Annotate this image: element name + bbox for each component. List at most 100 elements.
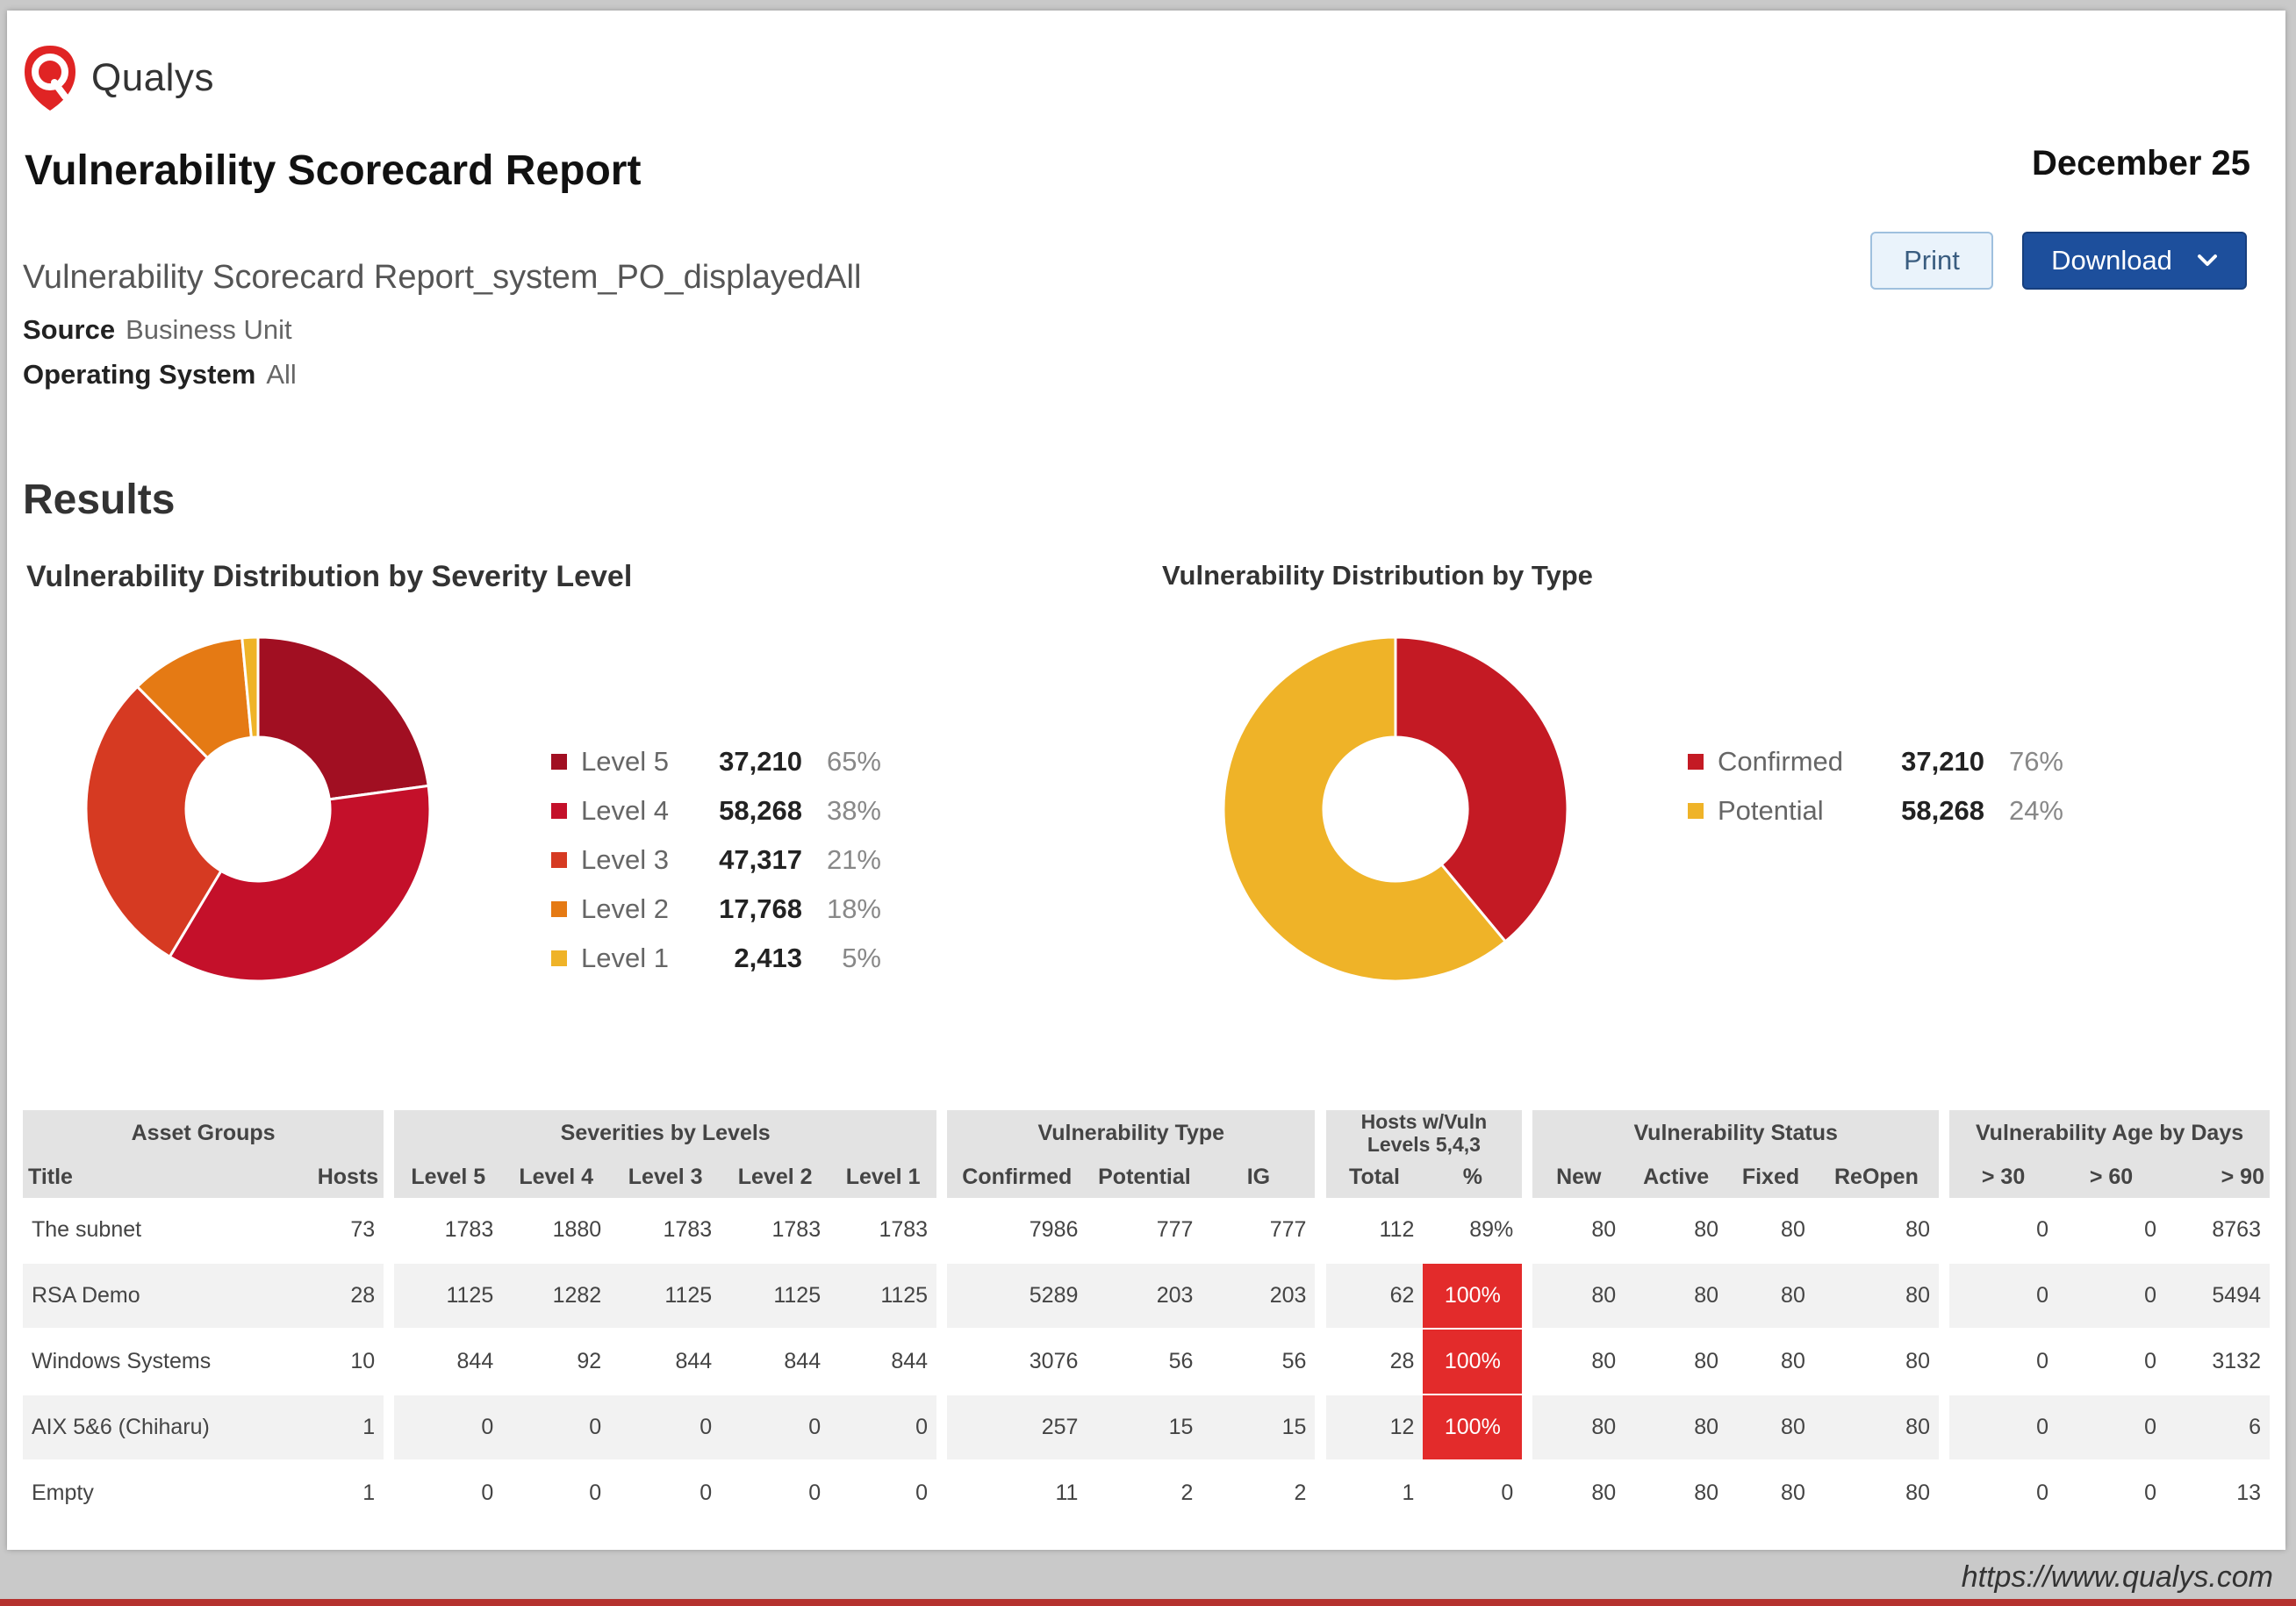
table-cell: 0	[721, 1395, 830, 1461]
table-row[interactable]: AIX 5&6 (Chiharu) 1 0 0 0 0 0 257 15 15 12 100% 80 80…	[23, 1395, 2270, 1461]
legend-percent: 24%	[2008, 795, 2063, 826]
table-cell: 15	[1087, 1395, 1202, 1461]
table-cell: 844	[829, 1330, 937, 1395]
table-cell: 1783	[829, 1198, 937, 1264]
column-gap	[936, 1264, 948, 1330]
group-header-hosts-with-vuln: Hosts w/Vuln Levels 5,4,3	[1325, 1110, 1523, 1156]
column-gap	[1315, 1395, 1326, 1461]
table-cell: 100%	[1423, 1264, 1523, 1330]
table-cell: 80	[1532, 1461, 1625, 1527]
table-cell: 100%	[1423, 1330, 1523, 1395]
table-cell: 844	[610, 1330, 721, 1395]
table-cell: 73	[279, 1198, 384, 1264]
table-cell: 80	[1813, 1264, 1939, 1330]
legend-count: 58,268	[1901, 795, 1984, 826]
legend-label: Level 3	[581, 844, 669, 875]
table-cell: 1	[279, 1395, 384, 1461]
table-cell: 0	[2057, 1330, 2165, 1395]
print-button-label: Print	[1904, 245, 1960, 276]
table-cell: 0	[2057, 1395, 2165, 1461]
type-donut-chart	[1222, 635, 1569, 983]
table-cell: 8763	[2164, 1198, 2270, 1264]
report-date: December 25	[2031, 144, 2250, 183]
legend-count: 58,268	[719, 795, 802, 826]
table-cell: 3132	[2164, 1330, 2270, 1395]
table-cell: 1	[279, 1461, 384, 1527]
table-cell: 844	[394, 1330, 503, 1395]
table-cell: 28	[1325, 1330, 1424, 1395]
table-cell: 80	[1532, 1264, 1625, 1330]
column-header-confirmed: Confirmed	[947, 1156, 1087, 1198]
table-cell: 1125	[610, 1264, 721, 1330]
table-cell: 10	[279, 1330, 384, 1395]
table-cell: 80	[1727, 1198, 1814, 1264]
legend-count: 47,317	[719, 844, 802, 875]
column-gap	[1315, 1198, 1326, 1264]
table-cell: 80	[1727, 1264, 1814, 1330]
column-header-60: > 60	[2057, 1156, 2165, 1198]
column-gap	[1522, 1395, 1533, 1461]
table-cell: 777	[1087, 1198, 1202, 1264]
table-cell: 100%	[1423, 1395, 1523, 1461]
legend-count: 2,413	[734, 943, 802, 973]
download-button-label: Download	[2051, 245, 2172, 276]
table-row[interactable]: Empty 1 0 0 0 0 0 11 2 2 1 0 80 80 80 80 0 0 13	[23, 1461, 2270, 1527]
chevron-down-icon	[2197, 255, 2217, 266]
column-header-title: Title	[23, 1156, 280, 1198]
table-cell: AIX 5&6 (Chiharu)	[23, 1395, 280, 1461]
qualys-logo: Qualys	[21, 44, 214, 112]
source-value: Business Unit	[126, 314, 292, 345]
column-gap	[1315, 1264, 1326, 1330]
column-gap	[1522, 1198, 1533, 1264]
column-gap	[384, 1110, 395, 1198]
column-header-level-1: Level 1	[829, 1156, 937, 1198]
table-cell: 11	[947, 1461, 1087, 1527]
legend-label: Potential	[1718, 795, 1824, 826]
legend-percent: 38%	[826, 795, 881, 826]
column-gap	[384, 1330, 395, 1395]
table-cell: 92	[502, 1330, 611, 1395]
report-page: Qualys Vulnerability Scorecard Report De…	[7, 11, 2285, 1550]
table-cell: 1783	[394, 1198, 503, 1264]
table-cell: 0	[2057, 1198, 2165, 1264]
table-cell: 0	[394, 1395, 503, 1461]
operating-system-value: All	[266, 359, 297, 390]
table-cell: 0	[2057, 1264, 2165, 1330]
column-gap	[384, 1198, 395, 1264]
legend-count: 17,768	[719, 893, 802, 924]
column-header-total: Total	[1325, 1156, 1424, 1198]
table-cell: 28	[279, 1264, 384, 1330]
print-button[interactable]: Print	[1870, 232, 1993, 290]
legend-count: 37,210	[719, 746, 802, 777]
legend-swatch	[551, 754, 567, 770]
group-header-vulnerability-age: Vulnerability Age by Days	[1949, 1110, 2270, 1156]
column-gap	[384, 1461, 395, 1527]
column-header-active: Active	[1625, 1156, 1728, 1198]
table-cell: 12	[1325, 1395, 1424, 1461]
column-header-potential: Potential	[1087, 1156, 1202, 1198]
column-header-level-2: Level 2	[721, 1156, 830, 1198]
legend-label: Level 4	[581, 795, 669, 826]
table-row[interactable]: The subnet 73 1783 1880 1783 1783 1783 7986 777 7…	[23, 1198, 2270, 1264]
table-row[interactable]: Windows Systems 10 844 92 844 844 844 3076 56 56 2…	[23, 1330, 2270, 1395]
download-button[interactable]: Download	[2022, 232, 2247, 290]
qualys-shield-icon	[25, 46, 75, 111]
group-header-asset-groups: Asset Groups	[23, 1110, 384, 1156]
table-cell: 7986	[947, 1198, 1087, 1264]
column-gap	[1938, 1264, 1950, 1330]
column-gap	[1938, 1330, 1950, 1395]
table-cell: 203	[1087, 1264, 1202, 1330]
table-cell: 6	[2164, 1395, 2270, 1461]
table-cell: 203	[1202, 1264, 1316, 1330]
legend-swatch	[551, 852, 567, 868]
table-cell: 0	[829, 1395, 937, 1461]
table-row[interactable]: RSA Demo 28 1125 1282 1125 1125 1125 5289 203 203…	[23, 1264, 2270, 1330]
table-cell: 0	[1949, 1330, 2058, 1395]
table-cell: 112	[1325, 1198, 1424, 1264]
bottom-divider	[0, 1599, 2296, 1606]
severity-legend-item: Level 3 47,317 21%	[551, 844, 881, 876]
table-cell: 2	[1087, 1461, 1202, 1527]
legend-percent: 18%	[826, 893, 881, 924]
group-header-severities: Severities by Levels	[394, 1110, 937, 1156]
legend-percent: 21%	[826, 844, 881, 875]
